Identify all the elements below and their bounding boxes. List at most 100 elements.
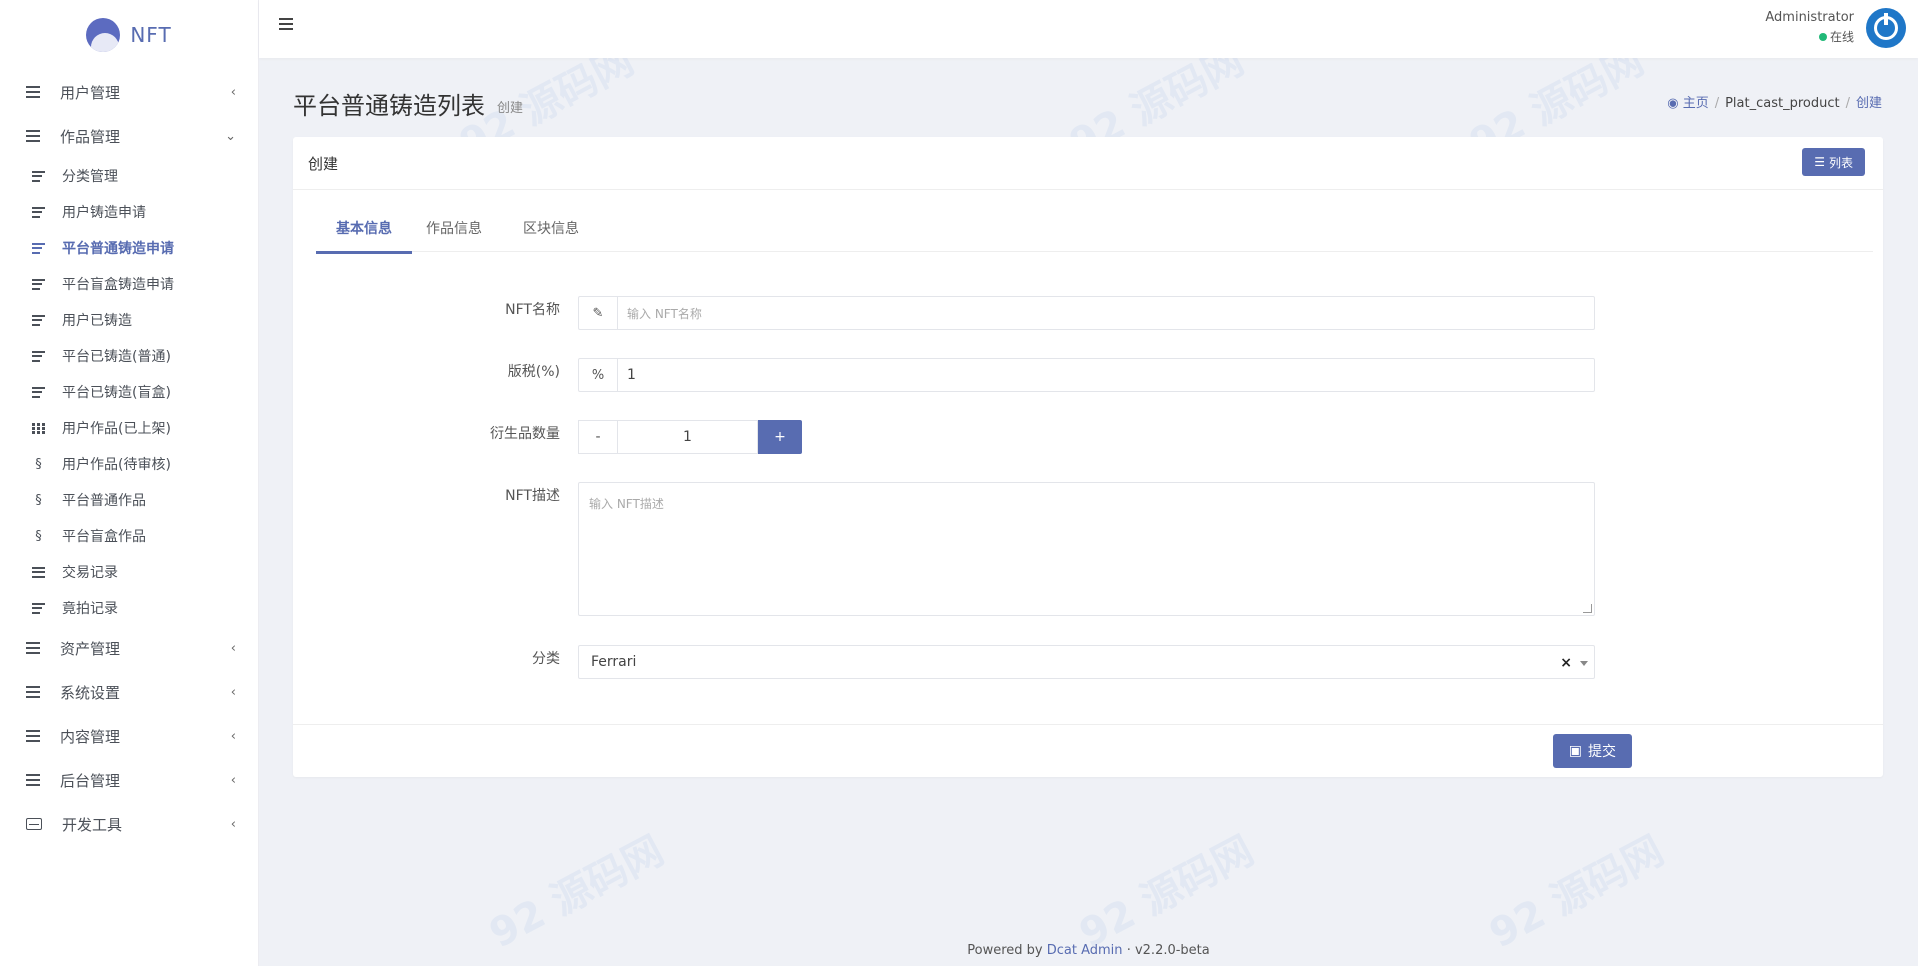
align-left-icon	[32, 386, 45, 398]
nft-description-label: NFT描述	[505, 488, 560, 504]
breadcrumb-home-label: 主页	[1682, 96, 1709, 111]
nft-name-label: NFT名称	[505, 302, 560, 318]
online-dot-icon	[1818, 33, 1827, 41]
menu-bars-icon	[26, 642, 40, 654]
menu-bars-icon	[26, 130, 40, 142]
user-name: Administrator	[1765, 10, 1854, 25]
sidebar-item-label: 资产管理	[60, 639, 121, 658]
category-select[interactable]: Ferrari ×	[578, 645, 1595, 679]
sidebar-item-dev-tools[interactable]: 开发工具 ‹	[0, 802, 258, 846]
sidebar-item-trade-records[interactable]: 交易记录	[0, 554, 258, 590]
sidebar-item-label: 系统设置	[60, 683, 121, 702]
top-navbar: Administrator 在线	[259, 0, 1918, 58]
power-icon	[1874, 13, 1898, 40]
sidebar-item-user-mint-apply[interactable]: 用户铸造申请	[0, 194, 258, 230]
sidebar-item-label: 用户铸造申请	[62, 205, 146, 221]
dropdown-caret-icon[interactable]	[1580, 661, 1588, 666]
derivative-count-label: 衍生品数量	[490, 426, 560, 442]
align-left-icon	[32, 206, 45, 218]
royalty-label: 版税(%)	[507, 364, 560, 380]
list-button[interactable]: ☰ 列表	[1802, 148, 1865, 176]
sidebar-item-label: 平台普通作品	[62, 493, 146, 509]
derivative-count-input[interactable]: 1	[618, 420, 758, 454]
footer-separator: ·	[1126, 943, 1131, 958]
card-footer-divider	[293, 724, 1883, 725]
sidebar-item-content-management[interactable]: 内容管理 ‹	[0, 714, 258, 758]
align-left-icon	[32, 242, 45, 254]
nft-description-placeholder: 输入 NFT描述	[589, 497, 664, 511]
chevron-left-icon: ‹	[230, 772, 236, 788]
footer-version: v2.2.0-beta	[1134, 943, 1210, 958]
sidebar-item-user-management[interactable]: 用户管理 ‹	[0, 70, 258, 114]
nft-name-placeholder: 输入 NFT名称	[627, 306, 702, 321]
fingerprint-icon: §	[35, 492, 42, 508]
avatar[interactable]	[1866, 8, 1906, 48]
user-status-label: 在线	[1829, 30, 1854, 44]
logo[interactable]: NFT	[0, 0, 258, 70]
sidebar-item-platform-minted-normal[interactable]: 平台已铸造(普通)	[0, 338, 258, 374]
nft-description-textarea[interactable]: 输入 NFT描述	[578, 482, 1595, 616]
decrement-button[interactable]: -	[578, 420, 618, 454]
breadcrumb-current: 创建	[1855, 96, 1882, 111]
sidebar-item-category[interactable]: 分类管理	[0, 158, 258, 194]
align-left-icon	[32, 170, 45, 182]
sidebar-item-label: 内容管理	[60, 727, 121, 746]
sidebar-item-label: 平台盲盒铸造申请	[62, 277, 174, 293]
menu-bars-icon	[26, 730, 40, 742]
watermark: 92 源码网	[482, 827, 672, 958]
sidebar-item-platform-normal-works[interactable]: § 平台普通作品	[0, 482, 258, 518]
sidebar-item-asset-management[interactable]: 资产管理 ‹	[0, 626, 258, 670]
royalty-input[interactable]: % 1	[578, 358, 1595, 392]
sidebar-item-auction-records[interactable]: 竟拍记录	[0, 590, 258, 626]
fingerprint-icon: §	[35, 528, 42, 544]
sidebar-item-system-settings[interactable]: 系统设置 ‹	[0, 670, 258, 714]
user-info[interactable]: Administrator 在线	[1765, 10, 1854, 45]
card-title: 创建	[308, 154, 339, 173]
sidebar-item-admin-management[interactable]: 后台管理 ‹	[0, 758, 258, 802]
sidebar-item-label: 用户作品(已上架)	[62, 421, 171, 437]
chevron-left-icon: ‹	[230, 728, 236, 744]
sidebar-item-platform-minted-blindbox[interactable]: 平台已铸造(盲盒)	[0, 374, 258, 410]
clear-selection-icon[interactable]: ×	[1560, 655, 1572, 671]
sidebar-item-label: 分类管理	[62, 169, 118, 185]
hamburger-menu-icon[interactable]	[279, 18, 293, 30]
watermark: 92 源码网	[1482, 827, 1672, 958]
submit-button[interactable]: ▣ 提交	[1552, 734, 1632, 768]
breadcrumb-separator: /	[1714, 96, 1720, 111]
sidebar-item-user-minted[interactable]: 用户已铸造	[0, 302, 258, 338]
sidebar-item-user-works-listed[interactable]: 用户作品(已上架)	[0, 410, 258, 446]
align-left-icon	[32, 602, 45, 614]
sidebar-item-platform-blindbox-works[interactable]: § 平台盲盒作品	[0, 518, 258, 554]
nft-name-input[interactable]: ✎ 输入 NFT名称	[578, 296, 1595, 330]
tab-basic-info[interactable]: 基本信息	[316, 207, 412, 254]
breadcrumb-middle[interactable]: Plat_cast_product	[1725, 96, 1840, 111]
footer-brand-link[interactable]: Dcat Admin	[1047, 943, 1123, 958]
watermark: 92 源码网	[1072, 827, 1262, 958]
tab-work-info[interactable]: 作品信息	[426, 207, 482, 251]
dashboard-icon: ◉	[1667, 96, 1683, 111]
tab-label: 区块信息	[523, 221, 579, 237]
sidebar-item-label: 用户作品(待审核)	[62, 457, 171, 473]
footer-prefix: Powered by	[967, 943, 1043, 958]
derivative-count-stepper: - 1 +	[578, 420, 802, 454]
page-title: 平台普通铸造列表	[293, 92, 485, 120]
align-left-icon	[32, 314, 45, 326]
submit-button-label: 提交	[1588, 744, 1616, 760]
page-subtitle: 创建	[497, 101, 524, 116]
list-icon: ☰	[1814, 155, 1825, 169]
chevron-left-icon: ‹	[230, 816, 236, 832]
resize-handle-icon[interactable]	[1583, 604, 1592, 613]
server-icon	[26, 774, 40, 786]
pencil-icon: ✎	[579, 297, 618, 329]
align-left-icon	[32, 278, 45, 290]
sidebar-item-user-works-pending[interactable]: § 用户作品(待审核)	[0, 446, 258, 482]
tab-block-info[interactable]: 区块信息	[523, 207, 579, 251]
menu-bars-icon	[26, 86, 40, 98]
increment-button[interactable]: +	[758, 420, 802, 454]
sidebar-item-works-management[interactable]: 作品管理 ⌄	[0, 114, 258, 158]
sidebar-item-platform-blindbox-mint-apply[interactable]: 平台盲盒铸造申请	[0, 266, 258, 302]
tab-label: 作品信息	[426, 221, 482, 237]
card-header: 创建	[293, 137, 1883, 190]
breadcrumb-home[interactable]: ◉ 主页	[1667, 96, 1709, 111]
sidebar-item-platform-normal-mint-apply[interactable]: 平台普通铸造申请	[0, 230, 258, 266]
